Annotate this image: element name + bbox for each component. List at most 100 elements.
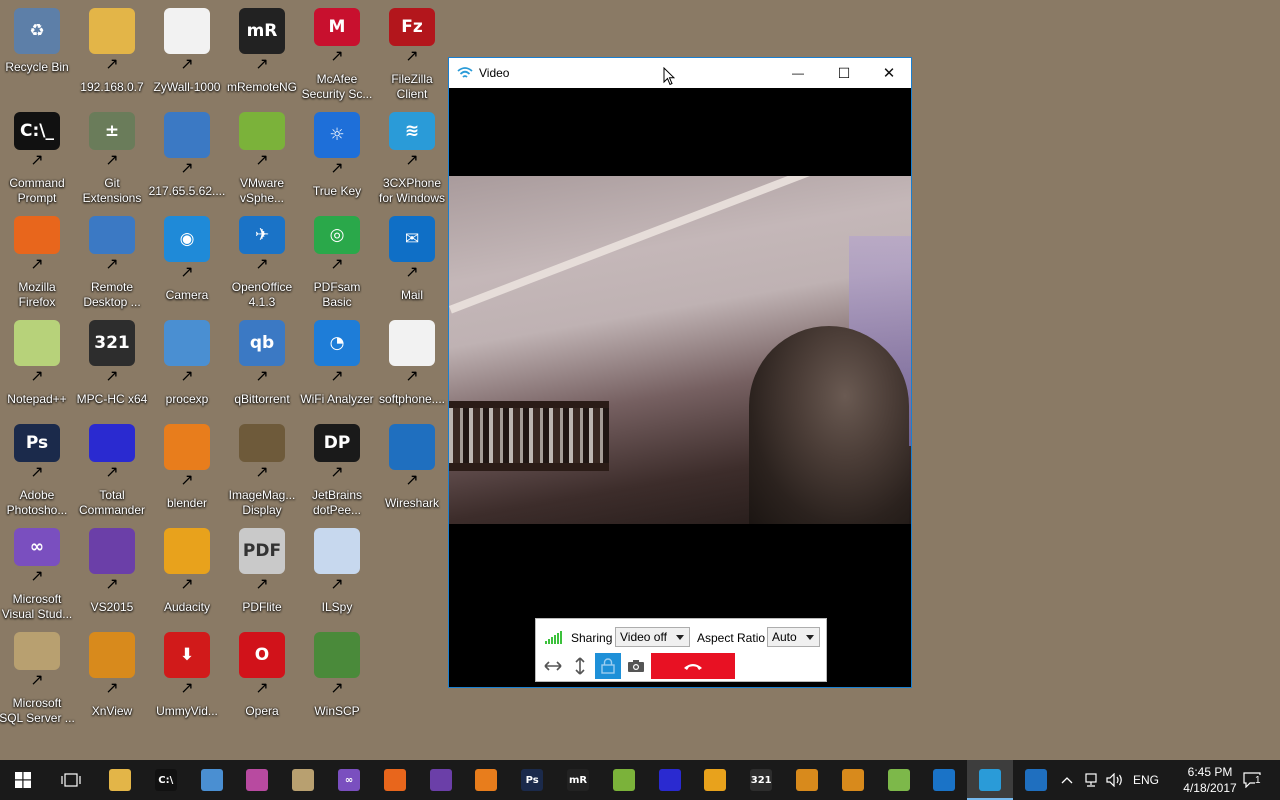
softphone-icon [389,320,435,366]
shortcut-arrow-icon: ↗ [105,368,119,385]
desktop-icon-openoffice-4-1-3[interactable]: ✈ ↗ OpenOffice 4.1.3 [225,210,299,310]
taskbar-app-file-explorer[interactable] [97,760,143,800]
taskbar-app-vmware[interactable] [601,760,647,800]
sharing-dropdown[interactable]: Video off [615,627,690,647]
start-button[interactable] [0,760,46,800]
hang-up-button[interactable] [651,653,735,679]
taskbar-app-total-commander[interactable] [647,760,693,800]
desktop-icon-recycle-bin[interactable]: ♻ Recycle Bin [0,2,74,102]
desktop-icon-zywall-1000[interactable]: ↗ ZyWall-1000 [150,2,224,102]
minimize-button[interactable]: — [775,58,821,88]
desktop-icon-filezilla-client[interactable]: Fz ↗ FileZilla Client [375,2,449,102]
filezilla-client-icon: Fz [389,8,435,46]
desktop-icon-vs2015[interactable]: ↗ VS2015 [75,522,149,622]
recycle-bin-icon: ♻ [14,8,60,54]
desktop-icon-git-extensions[interactable]: ± ↗ Git Extensions [75,106,149,206]
desktop-icon-adobe-photosho[interactable]: Ps ↗ Adobe Photosho... [0,418,74,518]
taskbar-app-visual-studio-infinity[interactable]: ∞ [326,760,372,800]
desktop-icon-3cxphone-for-windows[interactable]: ≋ ↗ 3CXPhone for Windows [375,106,449,206]
title-bar[interactable]: Video — ☐ ✕ [449,58,911,88]
desktop-icon-mcafee-security-sc[interactable]: M ↗ McAfee Security Sc... [300,2,374,102]
task-view-button[interactable] [48,760,94,800]
taskbar-app-blender[interactable] [463,760,509,800]
desktop-icon-mozilla-firefox[interactable]: ↗ Mozilla Firefox [0,210,74,310]
desktop-icon-notepad[interactable]: ↗ Notepad++ [0,314,74,414]
desktop-icon-label: PDFsam Basic [313,280,361,309]
ummyvid-icon: ⬇ [164,632,210,678]
desktop-icon-blender[interactable]: ↗ blender [150,418,224,518]
action-center-button[interactable]: 1 [1232,760,1272,800]
desktop-icon-wireshark[interactable]: ↗ Wireshark [375,418,449,518]
mouse-cursor-icon [663,67,675,86]
desktop-icon-label: 3CXPhone for Windows [378,176,446,205]
file-explorer-icon [109,769,131,791]
video-window[interactable]: Video — ☐ ✕ Sharing Video off Aspect Rat… [448,57,912,688]
taskbar-app-notepad-plus[interactable] [876,760,922,800]
lock-view-button[interactable] [595,653,621,679]
desktop-icon-wifi-analyzer[interactable]: ◔ ↗ WiFi Analyzer [300,314,374,414]
desktop-icon-command-prompt[interactable]: C:\_ ↗ Command Prompt [0,106,74,206]
language-indicator[interactable]: ENG [1133,773,1159,787]
taskbar-app-mremoteng[interactable]: mR [555,760,601,800]
taskbar-app-command-prompt[interactable]: C:\ [143,760,189,800]
desktop-icon-pdflite[interactable]: PDF ↗ PDFlite [225,522,299,622]
desktop-icon-imagemag-display[interactable]: ↗ ImageMag... Display [225,418,299,518]
desktop-icon-mpc-hc-x64[interactable]: 321 ↗ MPC-HC x64 [75,314,149,414]
xnview-icon [89,632,135,678]
taskbar-app-xnview-2[interactable] [830,760,876,800]
desktop-icon-mremoteng[interactable]: mR ↗ mRemoteNG [225,2,299,102]
network-tray-button[interactable] [1080,760,1102,800]
taskbar-app-app-puzzle[interactable] [234,760,280,800]
desktop-icon-camera[interactable]: ◉ ↗ Camera [150,210,224,310]
taskbar-app-sql-server[interactable] [280,760,326,800]
taskbar-app-audacity[interactable] [692,760,738,800]
desktop-icon-xnview[interactable]: ↗ XnView [75,626,149,726]
desktop-icon-audacity[interactable]: ↗ Audacity [150,522,224,622]
volume-tray-button[interactable] [1104,760,1126,800]
mpc-hc-icon: 321 [750,769,773,791]
desktop-icon-total-commander[interactable]: ↗ Total Commander [75,418,149,518]
desktop-icon-ummyvid[interactable]: ⬇ ↗ UmmyVid... [150,626,224,726]
shortcut-arrow-icon: ↗ [255,464,269,481]
desktop-icon-opera[interactable]: O ↗ Opera [225,626,299,726]
taskbar-app-mpc-hc[interactable]: 321 [738,760,784,800]
desktop-icon-pdfsam-basic[interactable]: ◎ ↗ PDFsam Basic [300,210,374,310]
desktop-icon-vmware-vsphe[interactable]: ↗ VMware vSphe... [225,106,299,206]
desktop-icon-ilspy[interactable]: ↗ ILSpy [300,522,374,622]
desktop-icon-jetbrains-dotpee[interactable]: DP ↗ JetBrains dotPee... [300,418,374,518]
taskbar-app-procexp[interactable] [189,760,235,800]
fit-width-button[interactable] [540,653,566,679]
microsoft-sql-server-icon [14,632,60,670]
taskbar-app-3cxphone[interactable] [967,760,1014,800]
desktop-icon-192-168-0-7[interactable]: ↗ 192.168.0.7 [75,2,149,102]
taskbar-app-firefox[interactable] [372,760,418,800]
taskbar-app-xnview-1[interactable] [784,760,830,800]
close-button[interactable]: ✕ [866,58,912,88]
snapshot-button[interactable] [623,653,649,679]
desktop-icon-microsoft-sql-server[interactable]: ↗ Microsoft SQL Server ... [0,626,75,726]
desktop-icon-true-key[interactable]: ☼ ↗ True Key [300,106,374,206]
aspect-ratio-dropdown[interactable]: Auto [767,627,820,647]
shortcut-arrow-icon: ↗ [105,464,119,481]
desktop-icon-qbittorrent[interactable]: qb ↗ qBittorrent [225,314,299,414]
desktop-icon-remote-desktop[interactable]: ↗ Remote Desktop ... [75,210,149,310]
taskbar-app-vs2015[interactable] [418,760,464,800]
shortcut-arrow-icon: ↗ [255,576,269,593]
desktop-icon-softphone[interactable]: ↗ softphone.... [375,314,449,414]
maximize-button[interactable]: ☐ [821,58,867,88]
taskbar-app-photoshop[interactable]: Ps [509,760,555,800]
taskbar-app-wireshark[interactable] [1013,760,1059,800]
command-prompt-icon: C:\ [154,769,177,791]
taskbar-app-openoffice[interactable] [921,760,967,800]
show-hidden-icons-button[interactable] [1057,760,1077,800]
desktop-icon-mail[interactable]: ✉ ↗ Mail [375,210,449,310]
desktop-icon-winscp[interactable]: ↗ WinSCP [300,626,374,726]
microsoft-visual-stud-icon: ∞ [14,528,60,566]
sharing-dropdown-value: Video off [620,630,667,644]
desktop-icon-procexp[interactable]: ↗ procexp [150,314,224,414]
desktop-icon-label: ZyWall-1000 [153,80,221,94]
fit-height-button[interactable] [567,653,593,679]
desktop-icon-217-65-5-62[interactable]: ↗ 217.65.5.62.... [149,106,225,206]
desktop-icon-label: WiFi Analyzer [300,392,374,406]
desktop-icon-microsoft-visual-stud[interactable]: ∞ ↗ Microsoft Visual Stud... [0,522,74,622]
